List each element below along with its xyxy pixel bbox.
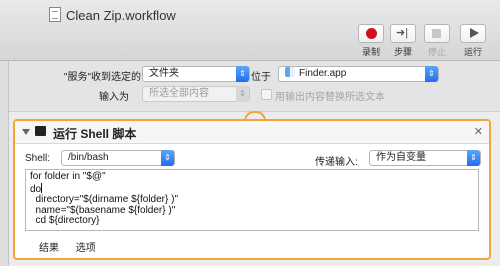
chevron-updown-icon: ⇕ bbox=[425, 66, 438, 82]
document-icon bbox=[49, 7, 61, 22]
chevron-updown-icon: ⇕ bbox=[236, 86, 249, 102]
run-shell-script-action[interactable]: 运行 Shell 脚本 ✕ Shell: /bin/bash ⇕ 传递输入: 作… bbox=[13, 119, 491, 260]
service-input-type-value: 文件夹 bbox=[149, 68, 179, 79]
action-tabs: 结果 选项 bbox=[39, 239, 110, 254]
input-is-label: 输入为 bbox=[99, 92, 129, 103]
terminal-icon bbox=[35, 126, 46, 136]
input-is-value: 所选全部内容 bbox=[149, 88, 209, 99]
stop-button[interactable]: 停止 bbox=[418, 24, 456, 58]
step-button[interactable]: ➜| 步骤 bbox=[384, 24, 422, 58]
service-in-label: 位于 bbox=[251, 72, 271, 83]
service-input-type-select[interactable]: 文件夹 ⇕ bbox=[142, 66, 250, 82]
pass-input-value: 作为自变量 bbox=[376, 152, 426, 163]
code-line: directory="$(dirname ${folder} )" bbox=[30, 194, 179, 205]
tab-options[interactable]: 选项 bbox=[76, 243, 96, 254]
title-bar: Clean Zip.workflow 录制 ➜| 步骤 停止 运行 bbox=[0, 0, 500, 61]
run-button[interactable]: 运行 bbox=[454, 24, 492, 58]
pass-input-select[interactable]: 作为自变量 ⇕ bbox=[369, 150, 481, 166]
chevron-updown-icon: ⇕ bbox=[467, 150, 480, 166]
service-settings: "服务"收到选定的 文件夹 ⇕ 位于 Finder.app ⇕ 输入为 所选全部… bbox=[9, 61, 500, 112]
action-header: 运行 Shell 脚本 ✕ bbox=[15, 121, 489, 144]
run-label: 运行 bbox=[463, 47, 482, 57]
pass-input-label: 传递输入: bbox=[315, 157, 358, 168]
record-icon bbox=[366, 28, 377, 39]
library-pane-edge bbox=[0, 61, 9, 266]
play-icon bbox=[470, 28, 479, 38]
service-app-select[interactable]: Finder.app ⇕ bbox=[278, 66, 439, 82]
service-app-value: Finder.app bbox=[299, 68, 347, 79]
service-receives-label: "服务"收到选定的 bbox=[63, 72, 141, 83]
step-icon: ➜| bbox=[396, 27, 409, 39]
chevron-updown-icon: ⇕ bbox=[161, 150, 174, 166]
disclosure-triangle-icon[interactable] bbox=[22, 129, 30, 135]
input-is-select[interactable]: 所选全部内容 ⇕ bbox=[142, 86, 250, 102]
finder-icon bbox=[285, 67, 295, 77]
stop-label: 停止 bbox=[427, 47, 446, 57]
replace-selection-checkbox[interactable] bbox=[261, 89, 272, 100]
code-line: for folder in "$@" bbox=[30, 171, 106, 182]
close-icon[interactable]: ✕ bbox=[474, 125, 483, 138]
chevron-updown-icon: ⇕ bbox=[236, 66, 249, 82]
shell-value: /bin/bash bbox=[68, 152, 109, 163]
shell-select[interactable]: /bin/bash ⇕ bbox=[61, 150, 175, 166]
window-title: Clean Zip.workflow bbox=[66, 8, 176, 23]
tab-results[interactable]: 结果 bbox=[39, 243, 59, 254]
step-label: 步骤 bbox=[393, 47, 412, 57]
stop-icon bbox=[432, 29, 441, 38]
shell-label: Shell: bbox=[25, 153, 51, 164]
replace-selection-label: 用输出内容替换所选文本 bbox=[275, 92, 385, 103]
text-caret bbox=[41, 182, 43, 193]
code-line: cd ${directory} bbox=[30, 215, 100, 226]
action-title: 运行 Shell 脚本 bbox=[53, 127, 137, 141]
script-editor[interactable]: for folder in "$@" do directory="$(dirna… bbox=[25, 169, 479, 231]
